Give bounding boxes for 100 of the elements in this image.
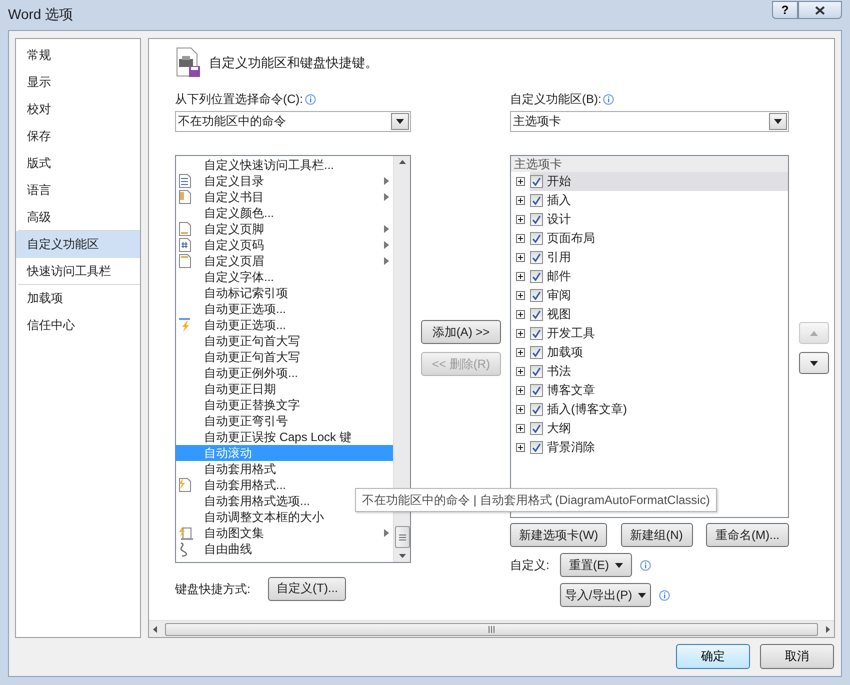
checkbox[interactable] — [530, 422, 543, 435]
expand-icon[interactable] — [516, 234, 525, 243]
scroll-down-icon[interactable] — [398, 554, 406, 558]
command-item[interactable]: 自动调整文本框的大小 — [176, 509, 393, 525]
nav-item[interactable]: 校对 — [16, 96, 140, 123]
checkbox[interactable] — [530, 441, 543, 454]
command-item[interactable]: 自动更正替换文字 — [176, 397, 393, 413]
command-item[interactable]: 自定义颜色... — [176, 205, 393, 221]
expand-icon[interactable] — [516, 348, 525, 357]
expand-icon[interactable] — [516, 367, 525, 376]
customize-button[interactable]: 自定义(T)... — [268, 576, 346, 600]
checkbox[interactable] — [530, 327, 543, 340]
nav-item[interactable]: 版式 — [16, 150, 140, 177]
tree-action-button[interactable]: 新建选项卡(W) — [510, 523, 607, 547]
checkbox[interactable] — [530, 384, 543, 397]
tree-item[interactable]: 邮件 — [530, 267, 788, 286]
checkbox[interactable] — [530, 308, 543, 321]
help-button[interactable]: ? — [772, 1, 798, 19]
tree-item[interactable]: 引用 — [530, 248, 788, 267]
expand-icon[interactable] — [516, 196, 525, 205]
expand-icon[interactable] — [516, 215, 525, 224]
reset-button[interactable]: 重置(E) — [560, 553, 632, 577]
scroll-thumb[interactable] — [165, 622, 818, 636]
command-item[interactable]: 自动套用格式 — [176, 461, 393, 477]
tree-item[interactable]: 开发工具 — [530, 324, 788, 343]
move-down-button[interactable] — [799, 352, 829, 374]
command-item[interactable]: 自动更正句首大写 — [176, 349, 393, 365]
checkbox[interactable] — [530, 213, 543, 226]
dropdown[interactable]: 不在功能区中的命令 — [175, 111, 411, 132]
tree-item[interactable]: 书法 — [530, 362, 788, 381]
command-item[interactable]: 自动更正日期 — [176, 381, 393, 397]
caret-icon — [615, 562, 623, 568]
command-item[interactable]: 自定义页码 — [176, 237, 393, 253]
command-item[interactable]: 自动更正误按 Caps Lock 键 — [176, 429, 393, 445]
nav-item[interactable]: 信任中心 — [16, 312, 140, 339]
expand-icon[interactable] — [516, 329, 525, 338]
cancel-button[interactable]: 取消 — [760, 644, 834, 669]
command-item[interactable]: 自定义目录 — [176, 173, 393, 189]
scroll-up-icon[interactable] — [398, 160, 406, 164]
command-item[interactable]: 自定义字体... — [176, 269, 393, 285]
tree-item[interactable]: 插入(博客文章) — [530, 400, 788, 419]
command-item[interactable]: 自定义书目 — [176, 189, 393, 205]
nav-item[interactable]: 自定义功能区 — [16, 231, 140, 258]
checkbox[interactable] — [530, 403, 543, 416]
expand-icon[interactable] — [516, 443, 525, 452]
checkbox[interactable] — [530, 194, 543, 207]
checkbox[interactable] — [530, 270, 543, 283]
close-button[interactable] — [798, 1, 842, 19]
ok-button[interactable]: 确定 — [676, 644, 750, 669]
expand-icon[interactable] — [516, 291, 525, 300]
nav-item[interactable]: 加载项 — [16, 285, 140, 312]
checkbox[interactable] — [530, 251, 543, 264]
tree-item[interactable]: 插入 — [530, 191, 788, 210]
checkbox[interactable] — [530, 175, 543, 188]
command-item[interactable]: 自动更正选项... — [176, 301, 393, 317]
tree-item[interactable]: 博客文章 — [530, 381, 788, 400]
checkbox[interactable] — [530, 365, 543, 378]
command-item[interactable]: 自动图文集 — [176, 525, 393, 541]
scroll-left-icon[interactable] — [153, 626, 157, 632]
tree-item[interactable]: 大纲 — [530, 419, 788, 438]
command-item[interactable]: 自由曲线 — [176, 541, 393, 557]
command-item[interactable]: 自动更正例外项... — [176, 365, 393, 381]
nav-item[interactable]: 语言 — [16, 177, 140, 204]
tree-item[interactable]: 背景消除 — [530, 438, 788, 457]
command-item[interactable]: 自动更正选项... — [176, 317, 393, 333]
tree-item[interactable]: 页面布局 — [530, 229, 788, 248]
expand-icon[interactable] — [516, 386, 525, 395]
checkbox[interactable] — [530, 289, 543, 302]
nav-item[interactable]: 保存 — [16, 123, 140, 150]
checkbox[interactable] — [530, 232, 543, 245]
command-item[interactable]: 自定义页眉 — [176, 253, 393, 269]
scroll-thumb[interactable] — [394, 526, 410, 548]
horizontal-scrollbar[interactable] — [149, 620, 834, 637]
dropdown[interactable]: 主选项卡 — [510, 111, 789, 132]
command-item[interactable]: 自定义快速访问工具栏... — [176, 157, 393, 173]
expand-icon[interactable] — [516, 253, 525, 262]
command-item[interactable]: 自定义页脚 — [176, 221, 393, 237]
nav-item[interactable]: 快速访问工具栏 — [16, 258, 140, 285]
import-export-button[interactable]: 导入/导出(P) — [560, 583, 651, 607]
expand-icon[interactable] — [516, 272, 525, 281]
expand-icon[interactable] — [516, 177, 525, 186]
tree-item[interactable]: 视图 — [530, 305, 788, 324]
tree-item[interactable]: 加载项 — [530, 343, 788, 362]
expand-icon[interactable] — [516, 405, 525, 414]
checkbox[interactable] — [530, 346, 543, 359]
tree-item[interactable]: 开始 — [530, 172, 788, 191]
nav-item[interactable]: 显示 — [16, 69, 140, 96]
add-button[interactable]: 添加(A) >> — [421, 320, 501, 344]
tree-action-button[interactable]: 新建组(N) — [620, 523, 692, 547]
tree-item[interactable]: 设计 — [530, 210, 788, 229]
expand-icon[interactable] — [516, 424, 525, 433]
command-item[interactable]: 自动标记索引项 — [176, 285, 393, 301]
nav-item[interactable]: 高级 — [16, 204, 140, 231]
expand-icon[interactable] — [516, 310, 525, 319]
scroll-right-icon[interactable] — [826, 626, 830, 632]
tree-action-button[interactable]: 重命名(M)... — [706, 523, 789, 547]
command-item[interactable]: 自动更正句首大写 — [176, 333, 393, 349]
nav-item[interactable]: 常规 — [16, 42, 140, 69]
tree-item[interactable]: 审阅 — [530, 286, 788, 305]
command-item[interactable]: 自动更正弯引号 — [176, 413, 393, 429]
